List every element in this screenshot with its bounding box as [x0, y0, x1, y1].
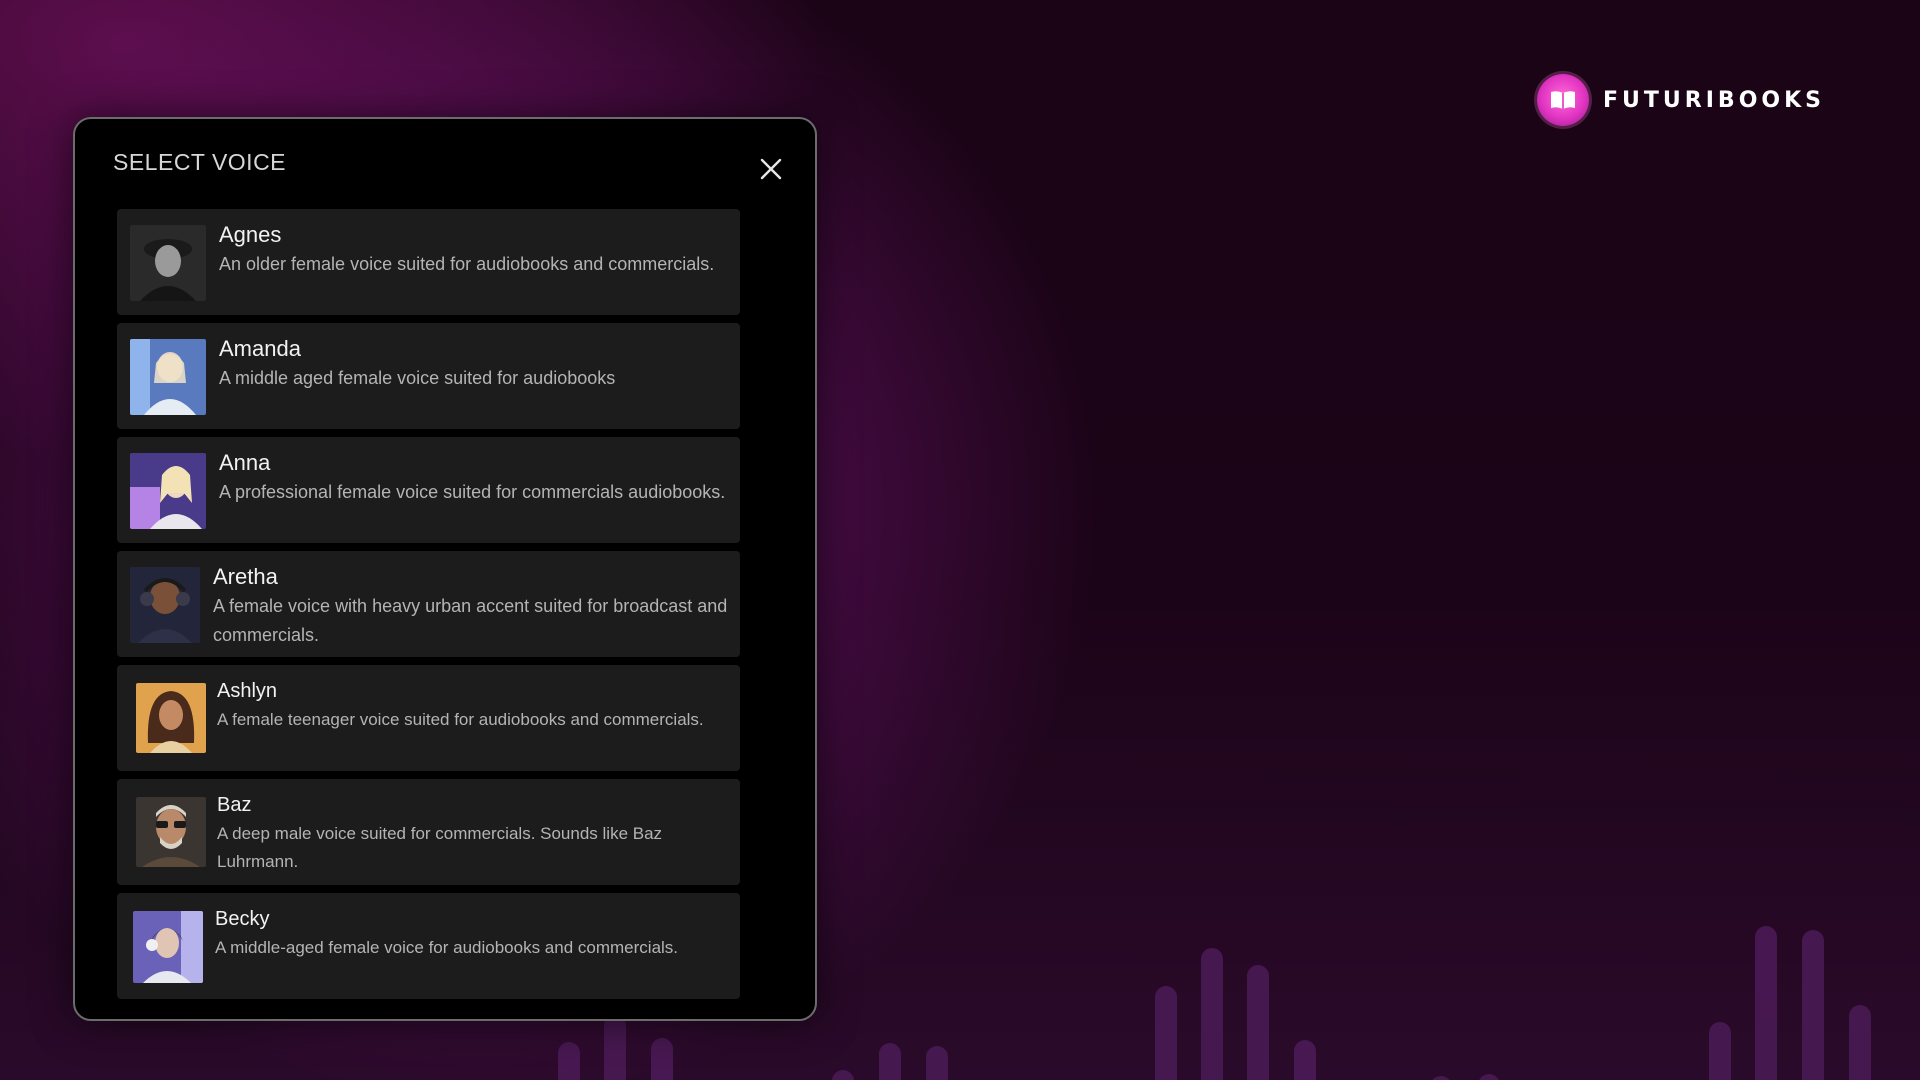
avatar: [133, 911, 203, 983]
avatar: [136, 797, 206, 867]
voice-name: Agnes: [219, 222, 282, 247]
voice-description: A female voice with heavy urban accent s…: [213, 596, 728, 645]
voice-option-amanda[interactable]: Amanda A middle aged female voice suited…: [117, 323, 740, 429]
voice-option-anna[interactable]: Anna A professional female voice suited …: [117, 437, 740, 543]
open-book-icon: [1537, 74, 1590, 126]
avatar: [130, 339, 206, 415]
voice-option-baz[interactable]: Baz A deep male voice suited for commerc…: [117, 779, 740, 885]
close-button[interactable]: [755, 153, 787, 185]
voice-name: Ashlyn: [217, 680, 278, 702]
voice-name: Anna: [219, 450, 271, 475]
close-icon: [760, 158, 782, 180]
voice-description: A female teenager voice suited for audio…: [217, 710, 704, 729]
brand-logo: FUTURIBOOKS: [1537, 74, 1825, 126]
voice-option-aretha[interactable]: Aretha A female voice with heavy urban a…: [117, 551, 740, 657]
select-voice-dialog: SELECT VOICE Agnes An older female voice…: [73, 117, 817, 1021]
avatar: [130, 567, 200, 643]
voice-description: A professional female voice suited for c…: [219, 482, 726, 502]
dialog-title: SELECT VOICE: [113, 149, 287, 175]
voice-option-ashlyn[interactable]: Ashlyn A female teenager voice suited fo…: [117, 665, 740, 771]
brand-name: FUTURIBOOKS: [1603, 87, 1825, 113]
voice-name: Aretha: [213, 564, 278, 589]
voice-name: Baz: [217, 794, 252, 816]
avatar: [130, 453, 206, 529]
avatar: [136, 683, 206, 753]
voice-name: Becky: [215, 908, 270, 930]
voice-description: A middle aged female voice suited for au…: [219, 368, 616, 388]
voice-description: A deep male voice suited for commercials…: [217, 824, 663, 871]
voice-name: Amanda: [219, 336, 301, 361]
voice-description: A middle-aged female voice for audiobook…: [215, 938, 679, 957]
voice-option-becky[interactable]: Becky A middle-aged female voice for aud…: [117, 893, 740, 999]
voice-list: Agnes An older female voice suited for a…: [117, 209, 740, 999]
voice-description: An older female voice suited for audiobo…: [219, 254, 715, 274]
voice-option-agnes[interactable]: Agnes An older female voice suited for a…: [117, 209, 740, 315]
avatar: [130, 225, 206, 301]
